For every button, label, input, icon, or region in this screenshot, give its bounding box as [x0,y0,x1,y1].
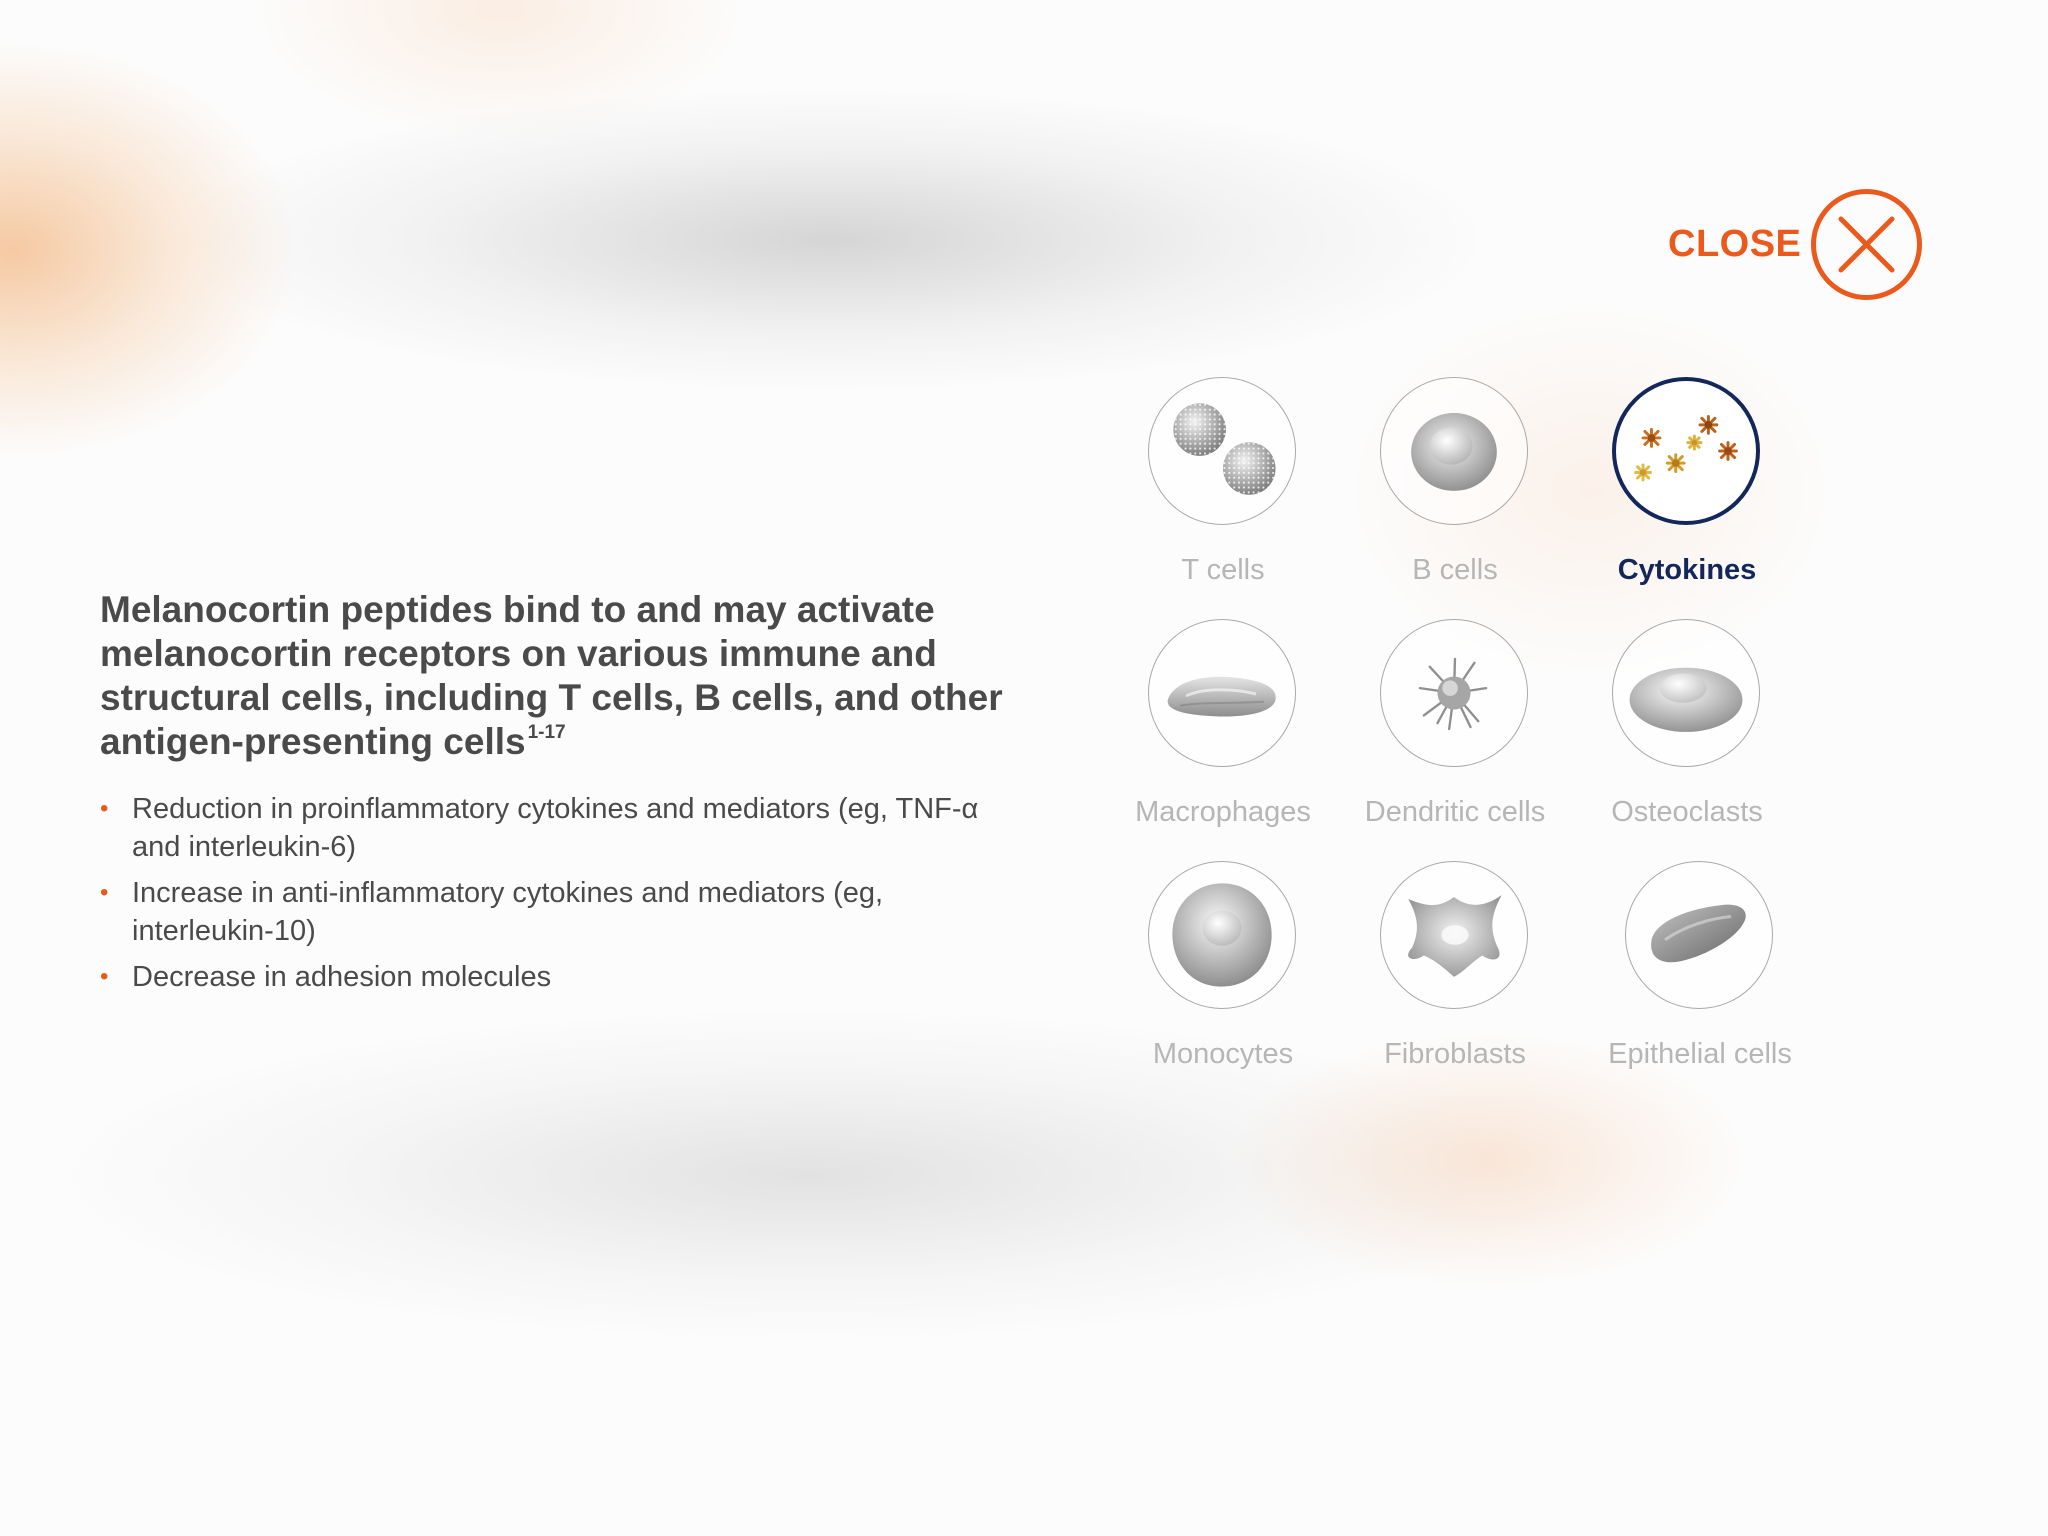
cell-option-macrophages[interactable]: Macrophages [1103,619,1343,849]
cell-label: Epithelial cells [1608,1038,1792,1070]
headline-reference: 1-17 [527,722,566,743]
macrophages-icon [1167,676,1276,717]
cell-label: Fibroblasts [1384,1038,1526,1070]
effects-list: • Reduction in proinflammatory cytokines … [100,790,1000,1004]
cell-thumbnail [1612,619,1760,767]
cell-thumbnail [1625,861,1773,1009]
bullet-marker: • [100,795,109,822]
cell-thumbnail [1148,861,1296,1009]
cell-option-fibroblasts[interactable]: Fibroblasts [1335,861,1575,1091]
cell-option-dendritic-cells[interactable]: Dendritic cells [1335,619,1575,849]
osteoclasts-icon [1629,667,1743,732]
effect-text: Reduction in proinflammatory cytokines a… [132,793,979,863]
close-button[interactable]: CLOSE [1660,184,1935,304]
cytokines-icon [1634,414,1738,482]
effect-text: Decrease in adhesion molecules [132,961,552,993]
close-label: CLOSE [1668,222,1802,265]
close-icon[interactable] [1810,188,1923,301]
monocytes-icon [1172,883,1272,987]
cell-option-osteoclasts[interactable]: Osteoclasts [1567,619,1807,849]
effect-item: • Decrease in adhesion molecules [100,958,1000,996]
b-cells-icon [1411,413,1497,491]
dendritic-cells-icon [1418,657,1488,731]
cell-option-b-cells[interactable]: B cells [1335,377,1575,607]
fibroblasts-icon [1408,895,1502,977]
cell-option-t-cells[interactable]: T cells [1103,377,1343,607]
effect-item: • Increase in anti-inflammatory cytokines… [100,874,1000,950]
headline: Melanocortin peptides bind to and may ac… [100,588,1020,764]
cell-label: Cytokines [1617,554,1757,586]
epithelial-cells-icon [1651,904,1746,963]
bullet-marker: • [100,963,109,990]
cell-thumbnail [1148,377,1296,525]
cell-option-cytokines[interactable]: Cytokines [1567,377,1807,607]
cell-label: Osteoclasts [1611,796,1763,828]
effect-item: • Reduction in proinflammatory cytokines … [100,790,1000,866]
t-cells-icon [1173,403,1276,495]
cell-thumbnail [1612,377,1760,525]
bullet-marker: • [100,879,109,906]
cell-thumbnail [1380,377,1528,525]
cell-thumbnail [1380,619,1528,767]
effect-text: Increase in anti-inflammatory cytokines … [132,877,884,947]
cell-thumbnail [1380,861,1528,1009]
cell-thumbnail [1148,619,1296,767]
cell-option-epithelial-cells[interactable]: Epithelial cells [1580,861,1820,1091]
cell-option-monocytes[interactable]: Monocytes [1103,861,1343,1091]
